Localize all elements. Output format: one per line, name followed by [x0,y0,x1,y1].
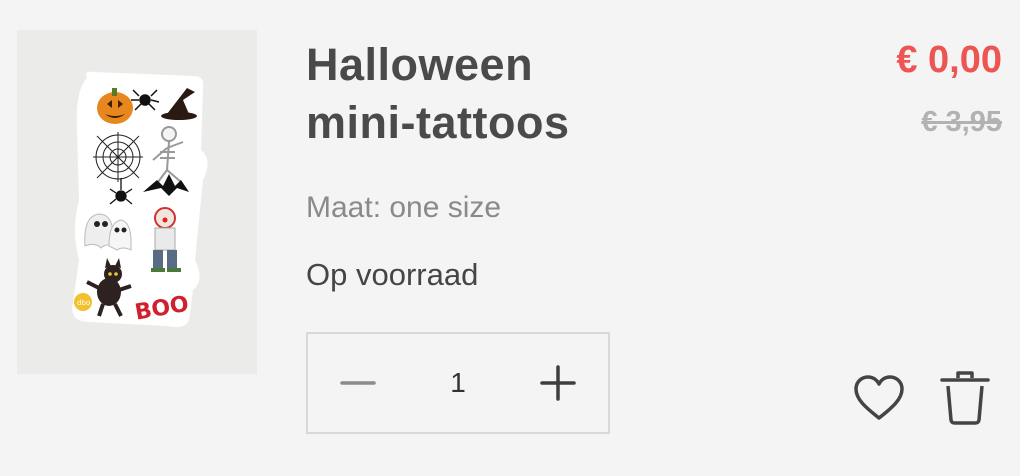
heart-icon [854,375,904,420]
product-title-line-2: mini-tattoos [306,97,570,148]
stock-status: Op voorraad [306,257,479,292]
tattoo-sheet-illustration: BOO dbo [72,71,208,328]
quantity-value[interactable]: 1 [408,367,508,399]
svg-text:dbo: dbo [77,299,90,307]
spiderweb-sticker [93,132,143,182]
brand-logo-badge: dbo [74,293,92,311]
quantity-stepper: 1 [306,332,610,434]
add-to-wishlist-button[interactable] [851,368,907,428]
remove-item-button[interactable] [937,368,993,428]
product-title[interactable]: Halloween mini-tattoos [306,36,569,152]
trash-icon [940,371,990,425]
product-title-line-1: Halloween [306,39,534,90]
plus-icon [540,365,576,401]
original-price: € 3,95 [921,106,1002,138]
minus-icon [340,381,376,385]
increase-quantity-button[interactable] [508,334,608,432]
cart-item: BOO dbo Halloween mini-tattoos Maat: one… [0,0,1020,476]
current-price: € 0,00 [896,39,1002,81]
product-image[interactable]: BOO dbo [17,30,257,374]
product-size: Maat: one size [306,191,502,224]
decrease-quantity-button[interactable] [308,334,408,432]
